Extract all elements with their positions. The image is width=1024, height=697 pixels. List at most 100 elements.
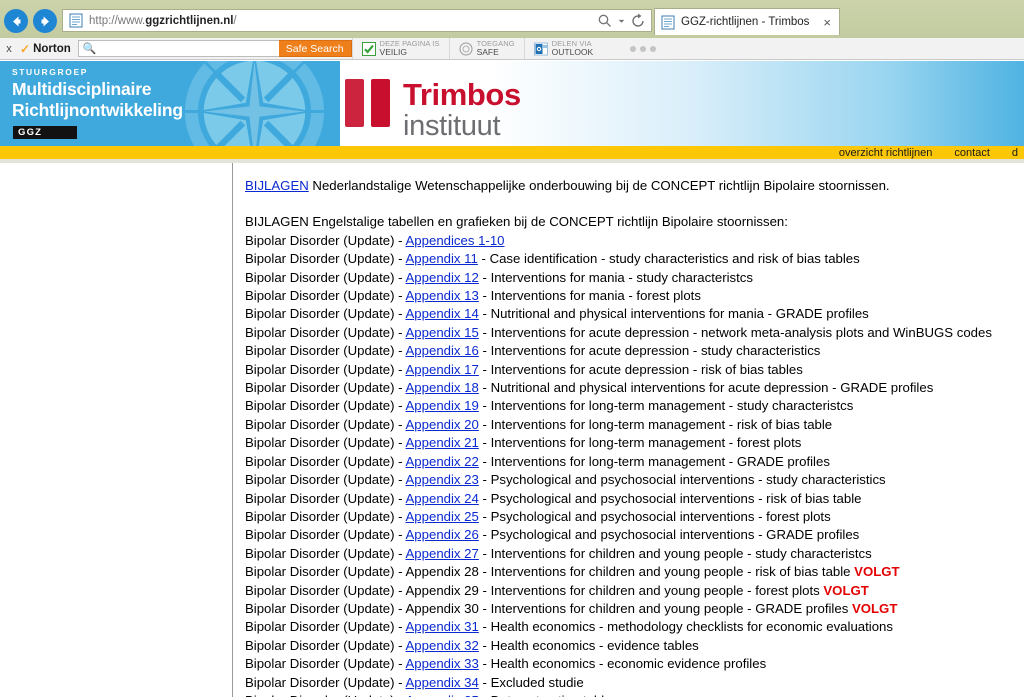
- appendix-row: Bipolar Disorder (Update) - Appendix 19 …: [245, 397, 1024, 415]
- appendix-row-prefix: Bipolar Disorder (Update) -: [245, 472, 406, 488]
- appendix-description: - Interventions for long-term management…: [478, 416, 833, 432]
- appendix-link[interactable]: Appendix 20: [406, 417, 479, 432]
- url-path: /: [233, 14, 237, 27]
- appendix-link[interactable]: Appendix 18: [406, 380, 479, 395]
- appendix-row-prefix: Bipolar Disorder (Update) -: [245, 600, 406, 616]
- appendix-link[interactable]: Appendix 34: [406, 675, 479, 690]
- compass-star-icon: [184, 61, 325, 146]
- dot: [640, 45, 647, 52]
- norton-status-access[interactable]: TOEGANG SAFE: [448, 38, 524, 59]
- appendix-link[interactable]: Appendix 22: [406, 454, 479, 469]
- appendix-description: - Psychological and psychosocial interve…: [478, 527, 860, 543]
- appendix-row-prefix: Bipolar Disorder (Update) -: [245, 269, 406, 285]
- close-icon[interactable]: ×: [821, 16, 833, 29]
- nav-link-overzicht-richtlijnen[interactable]: overzicht richtlijnen: [839, 147, 933, 159]
- appendix-row: Bipolar Disorder (Update) - Appendix 24 …: [245, 490, 1024, 508]
- trimbos-name: Trimbos: [403, 77, 521, 112]
- appendix-row-prefix: Bipolar Disorder (Update) -: [245, 582, 406, 598]
- appendix-link[interactable]: Appendix 26: [406, 527, 479, 542]
- norton-status-page-safe[interactable]: DEZE PAGINA IS VEILIG: [351, 38, 449, 59]
- appendix-row-prefix: Bipolar Disorder (Update) -: [245, 674, 406, 690]
- appendix-description: - Nutritional and physical interventions…: [478, 380, 934, 396]
- appendix-link[interactable]: Appendix 21: [406, 435, 479, 450]
- norton-share-outlook[interactable]: DELEN VIA OUTLOOK: [523, 38, 603, 59]
- appendix-link[interactable]: Appendix 25: [406, 509, 479, 524]
- appendix-link[interactable]: Appendix 24: [406, 491, 479, 506]
- tab-ggz-richtlijnen[interactable]: GGZ-richtlijnen - Trimbos ×: [654, 8, 840, 35]
- appendix-list: Bipolar Disorder (Update) - Appendices 1…: [245, 232, 1024, 697]
- refresh-icon[interactable]: [630, 13, 646, 29]
- main-content: BIJLAGEN Nederlandstalige Wetenschappeli…: [245, 163, 1024, 697]
- appendix-link[interactable]: Appendix 35: [406, 693, 479, 697]
- nav-link-contact[interactable]: contact: [954, 147, 989, 159]
- appendix-link[interactable]: Appendix 11: [406, 251, 478, 266]
- gray-circle-icon: [459, 42, 473, 55]
- search-icon[interactable]: [597, 13, 613, 29]
- appendix-description: - Interventions for children and young p…: [478, 582, 824, 598]
- norton-brand: ✓ Norton: [18, 38, 78, 59]
- appendix-row: Bipolar Disorder (Update) - Appendix 20 …: [245, 416, 1024, 434]
- tab-title: GGZ-richtlijnen - Trimbos: [681, 16, 810, 28]
- appendix-row: Bipolar Disorder (Update) - Appendix 31 …: [245, 618, 1024, 636]
- appendix-row: Bipolar Disorder (Update) - Appendix 16 …: [245, 342, 1024, 360]
- status-badge: VOLGT: [823, 582, 869, 598]
- address-bar[interactable]: http://www.ggzrichtlijnen.nl/: [62, 9, 652, 32]
- norton-share-bottom: OUTLOOK: [551, 46, 594, 57]
- appendix-row: Bipolar Disorder (Update) - Appendix 15 …: [245, 324, 1024, 342]
- appendix-row: Bipolar Disorder (Update) - Appendix 13 …: [245, 287, 1024, 305]
- appendix-description: - Health economics - economic evidence p…: [478, 656, 767, 672]
- appendix-row: Bipolar Disorder (Update) - Appendix 26 …: [245, 526, 1024, 544]
- trimbos-logo[interactable]: Trimbos instituut: [345, 79, 521, 141]
- appendix-description: - Interventions for acute depression - n…: [478, 324, 992, 340]
- appendix-row-prefix: Bipolar Disorder (Update) -: [245, 545, 406, 561]
- appendix-link[interactable]: Appendix 31: [406, 619, 479, 634]
- appendix-row-prefix: Bipolar Disorder (Update) -: [245, 435, 406, 451]
- arrow-right-icon: [41, 16, 49, 26]
- url-protocol: http://www.: [89, 14, 146, 27]
- bijlagen-link[interactable]: BIJLAGEN: [245, 178, 309, 193]
- appendix-description: - Interventions for acute depression - s…: [478, 343, 821, 359]
- appendix-row: Bipolar Disorder (Update) - Appendix 30 …: [245, 600, 1024, 618]
- appendix-row-prefix: Bipolar Disorder (Update) -: [245, 527, 406, 543]
- appendix-link[interactable]: Appendix 15: [406, 325, 479, 340]
- back-button[interactable]: [4, 9, 28, 33]
- appendix-row-prefix: Bipolar Disorder (Update) -: [245, 232, 406, 248]
- appendix-link[interactable]: Appendix 17: [406, 362, 479, 377]
- forward-button[interactable]: [33, 9, 57, 33]
- appendix-link[interactable]: Appendix 12: [406, 270, 479, 285]
- norton-search-box[interactable]: 🔍: [77, 40, 280, 57]
- appendix-description: - Interventions for children and young p…: [478, 545, 872, 561]
- appendix-row: Bipolar Disorder (Update) - Appendix 14 …: [245, 305, 1024, 323]
- appendix-link[interactable]: Appendix 27: [406, 546, 479, 561]
- appendix-row-prefix: Bipolar Disorder (Update) -: [245, 508, 406, 524]
- appendix-row-prefix: Bipolar Disorder (Update) -: [245, 619, 406, 635]
- chevron-down-icon[interactable]: [617, 13, 626, 29]
- appendix-link[interactable]: Appendix 14: [406, 306, 479, 321]
- appendix-description: - Interventions for children and young p…: [478, 600, 852, 616]
- appendix-link[interactable]: Appendix 23: [406, 472, 479, 487]
- top-navigation-bar: overzicht richtlijnen contact d: [0, 146, 1024, 159]
- appendix-description: - Interventions for acute depression - r…: [478, 361, 803, 377]
- appendix-label: Appendix 28: [405, 564, 479, 580]
- appendix-row: Bipolar Disorder (Update) - Appendix 35 …: [245, 692, 1024, 697]
- appendix-link[interactable]: Appendix 13: [406, 288, 479, 303]
- appendix-link[interactable]: Appendix 16: [406, 343, 479, 358]
- dot: [630, 45, 637, 52]
- appendix-description: - Excluded studie: [478, 674, 584, 690]
- nav-link-truncated[interactable]: d: [1012, 147, 1018, 159]
- appendix-link[interactable]: Appendix 19: [406, 398, 479, 413]
- appendix-description: - Health economics - evidence tables: [478, 637, 699, 653]
- appendix-row: Bipolar Disorder (Update) - Appendix 12 …: [245, 269, 1024, 287]
- appendix-link[interactable]: Appendix 32: [406, 638, 479, 653]
- appendix-link[interactable]: Appendix 33: [406, 656, 479, 671]
- browser-nav-buttons: [4, 9, 60, 33]
- safe-search-button[interactable]: Safe Search: [278, 40, 352, 57]
- appendix-row-prefix: Bipolar Disorder (Update) -: [245, 343, 406, 359]
- trimbos-subname: instituut: [403, 110, 501, 142]
- norton-close-icon[interactable]: x: [0, 38, 18, 59]
- intro-paragraph: BIJLAGEN Nederlandstalige Wetenschappeli…: [245, 177, 1024, 195]
- appendix-link[interactable]: Appendices 1-10: [406, 233, 505, 248]
- more-dots-icon[interactable]: [602, 38, 657, 59]
- norton-search-input[interactable]: [100, 41, 279, 56]
- appendix-row: Bipolar Disorder (Update) - Appendix 32 …: [245, 637, 1024, 655]
